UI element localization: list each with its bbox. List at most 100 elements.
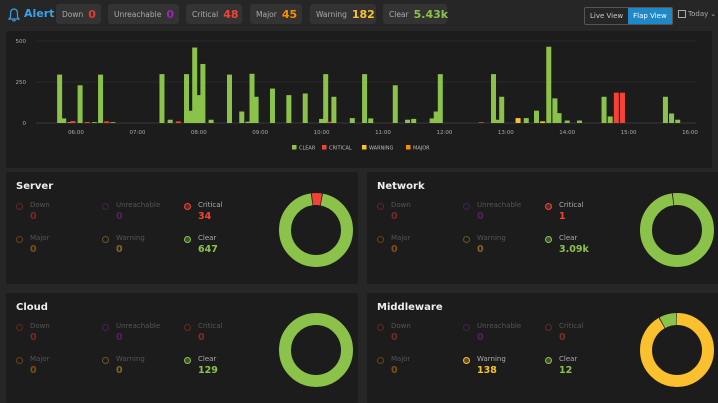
bar-critical[interactable]: [478, 122, 484, 123]
clear-status-icon: [545, 357, 552, 364]
donut-segment-clear[interactable]: [279, 313, 353, 387]
bar-warning[interactable]: [540, 121, 546, 123]
status-donut: [640, 313, 714, 387]
bar-clear[interactable]: [286, 95, 292, 123]
metric-value: 0: [198, 332, 205, 343]
bar-clear[interactable]: [302, 93, 308, 123]
unreachable-status-icon: [463, 324, 470, 331]
bar-clear[interactable]: [239, 111, 245, 123]
metric-value: 0: [477, 244, 484, 255]
bar-clear[interactable]: [564, 120, 570, 123]
stat-critical[interactable]: Critical 48: [186, 4, 242, 24]
bar-clear[interactable]: [437, 74, 443, 123]
bar-critical[interactable]: [619, 92, 625, 123]
major-status-icon: [16, 236, 23, 243]
bar-clear[interactable]: [669, 113, 675, 123]
view-toggle: Live View Flap View: [584, 7, 673, 25]
bar-clear[interactable]: [662, 96, 668, 123]
bell-icon: [8, 8, 20, 22]
donut-segment-warning[interactable]: [640, 313, 714, 387]
bar-clear[interactable]: [159, 74, 165, 123]
stat-major[interactable]: Major 45: [250, 4, 302, 24]
flap-view-button[interactable]: Flap View: [628, 8, 672, 24]
metric-label: Clear: [559, 355, 578, 363]
bar-clear[interactable]: [534, 110, 539, 123]
clear-status-icon: [545, 236, 552, 243]
bar-clear[interactable]: [331, 96, 337, 123]
stat-value: 5.43k: [413, 7, 449, 21]
bar-clear[interactable]: [576, 120, 582, 123]
clear-status-icon: [184, 236, 191, 243]
metric-value: 3.09k: [559, 244, 589, 255]
date-range-dropdown[interactable]: Today ⌄: [678, 10, 716, 18]
stat-clear[interactable]: Clear 5.43k: [383, 4, 449, 24]
legend-label[interactable]: CLEAR: [299, 145, 316, 151]
bar-critical[interactable]: [175, 121, 181, 123]
bar-critical[interactable]: [613, 92, 619, 123]
bar-clear[interactable]: [57, 74, 63, 123]
live-view-button[interactable]: Live View: [585, 8, 628, 24]
metric-label: Warning: [477, 355, 506, 363]
bar-clear[interactable]: [546, 46, 552, 123]
donut-segment-clear[interactable]: [279, 193, 353, 267]
bar-clear[interactable]: [523, 118, 529, 123]
bar-clear[interactable]: [368, 118, 374, 123]
bar-critical[interactable]: [84, 122, 90, 123]
bar-clear[interactable]: [269, 88, 275, 123]
card-title: Server: [16, 181, 54, 192]
legend-swatch: [406, 145, 411, 150]
stat-value: 182: [351, 7, 375, 21]
bar-critical[interactable]: [104, 121, 110, 123]
stat-warning[interactable]: Warning 182: [310, 4, 376, 24]
donut-segment-clear[interactable]: [640, 193, 714, 267]
bar-clear[interactable]: [491, 74, 497, 123]
metric-label: Unreachable: [116, 322, 161, 330]
bar-clear[interactable]: [362, 74, 368, 123]
top-bar: Alert Down 0 Unreachable 0 Critical 48 M…: [0, 0, 718, 30]
metric-value: 0: [30, 244, 37, 255]
bar-clear[interactable]: [499, 96, 505, 123]
metric-value: 0: [477, 211, 484, 222]
bar-clear[interactable]: [675, 119, 681, 123]
bar-clear[interactable]: [110, 122, 116, 123]
bar-clear[interactable]: [91, 122, 97, 123]
warning-status-icon: [463, 357, 470, 364]
legend-label[interactable]: CRITICAL: [329, 145, 352, 151]
card-middleware: Middleware Down 0 Unreachable 0 Critical 0 Majo…: [367, 293, 718, 403]
bar-clear[interactable]: [601, 96, 607, 123]
down-status-icon: [16, 203, 23, 210]
bar-clear[interactable]: [77, 85, 83, 123]
bar-clear[interactable]: [61, 118, 67, 123]
x-tick-label: 13:00: [498, 130, 514, 136]
bar-clear[interactable]: [208, 119, 214, 123]
bar-clear[interactable]: [253, 96, 259, 123]
bar-clear[interactable]: [98, 74, 104, 123]
bar-critical[interactable]: [70, 121, 76, 123]
bar-clear[interactable]: [392, 85, 398, 123]
clear-status-icon: [184, 357, 191, 364]
metric-value: 0: [391, 332, 398, 343]
bar-clear[interactable]: [227, 74, 232, 123]
stat-unreachable[interactable]: Unreachable 0: [108, 4, 179, 24]
bar-clear[interactable]: [411, 118, 417, 123]
metric-label: Critical: [559, 322, 584, 330]
bar-clear[interactable]: [607, 116, 613, 123]
warning-status-icon: [463, 236, 470, 243]
bar-warning[interactable]: [515, 118, 521, 123]
bar-clear[interactable]: [200, 63, 206, 123]
stat-down[interactable]: Down 0: [56, 4, 101, 24]
legend-label[interactable]: MAJOR: [413, 145, 430, 151]
bar-chart: 500 250 0 06:00 07:00 08:00 09:00 10:00 11:00 12:…: [16, 39, 699, 151]
legend-label[interactable]: WARNING: [369, 145, 394, 151]
bar-clear[interactable]: [349, 118, 355, 123]
bar-clear[interactable]: [405, 119, 411, 123]
x-tick-label: 15:00: [621, 130, 637, 136]
metric-value: 0: [391, 211, 398, 222]
bar-clear[interactable]: [323, 74, 329, 123]
bar-clear[interactable]: [167, 119, 173, 123]
page-title: Alert: [24, 7, 55, 20]
metric-value: 0: [30, 211, 37, 222]
metric-value: 0: [391, 365, 398, 376]
metric-label: Critical: [559, 201, 584, 209]
bar-clear[interactable]: [556, 113, 562, 123]
